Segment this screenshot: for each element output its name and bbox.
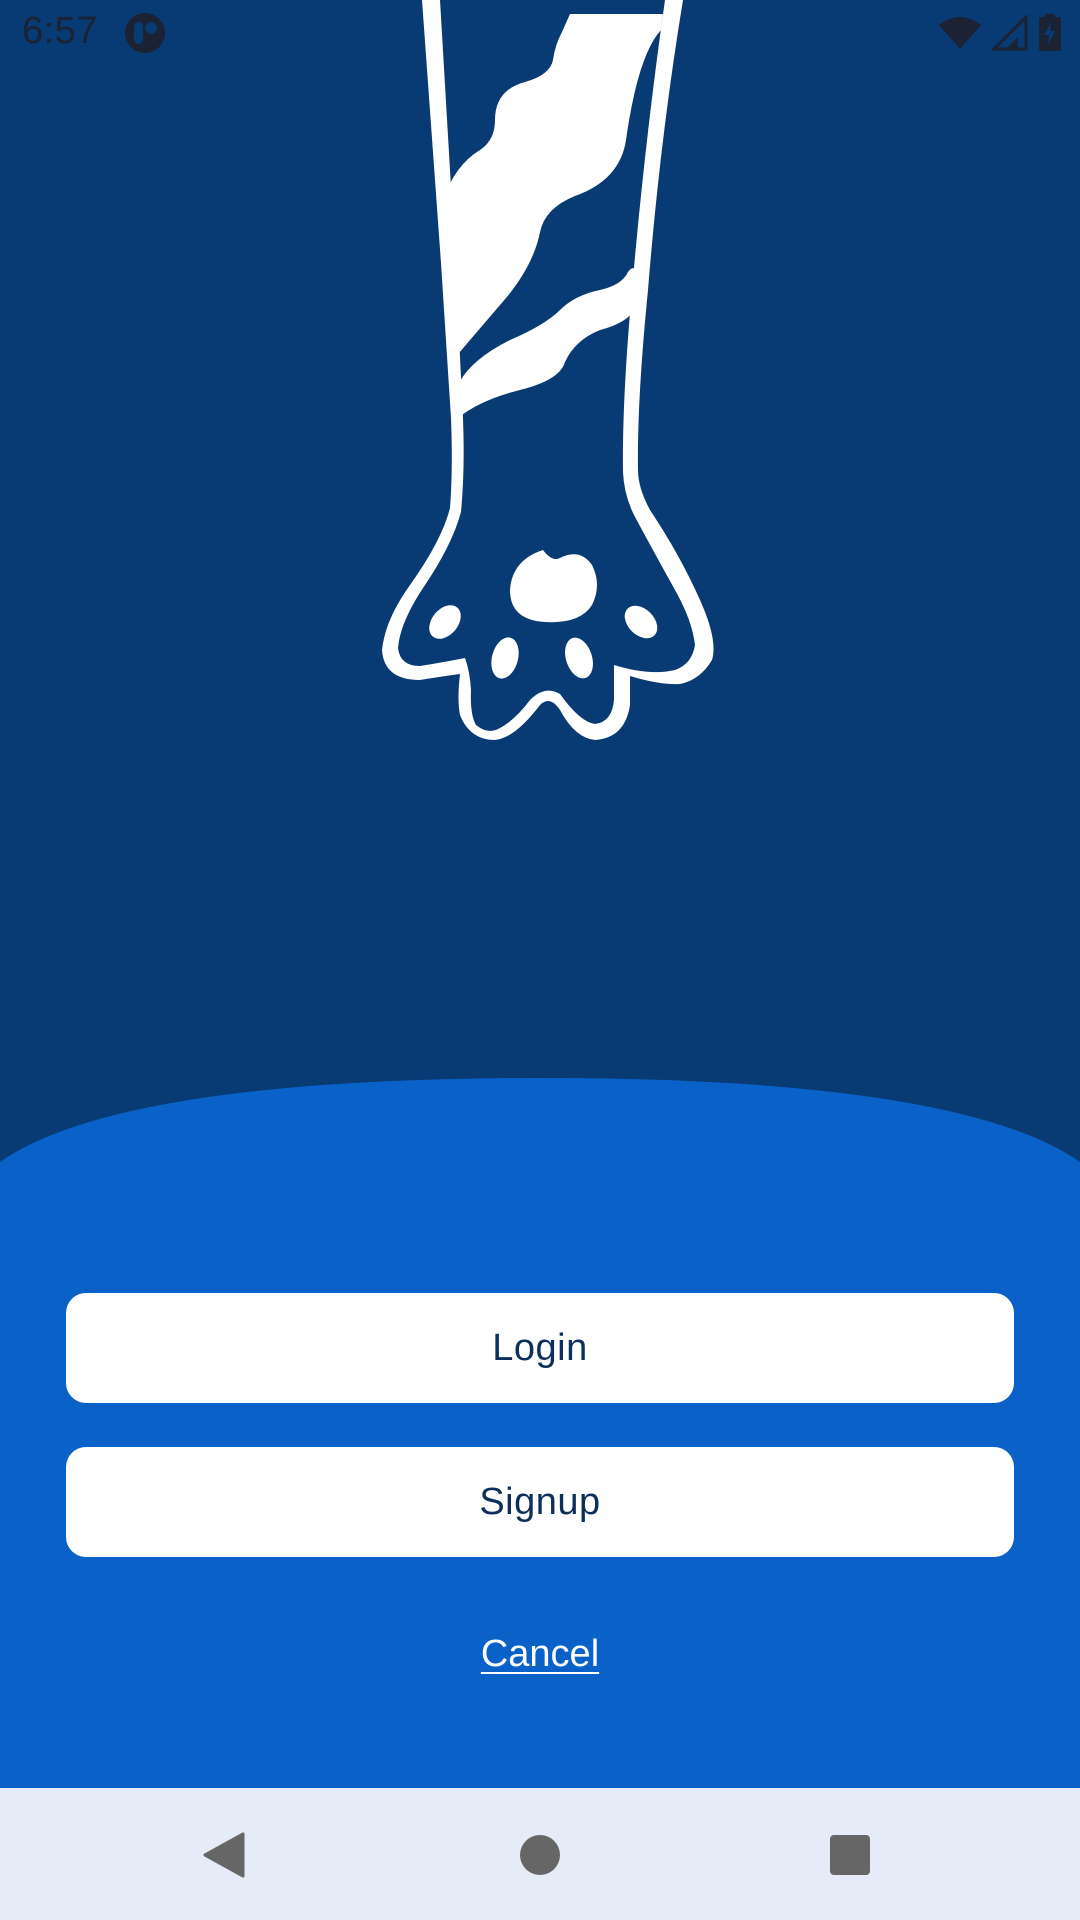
recents-button[interactable]	[815, 1820, 885, 1890]
status-bar: 6:57	[0, 0, 1080, 66]
cancel-link-row: Cancel	[0, 1633, 1080, 1676]
app-notification-icon	[125, 13, 165, 53]
home-icon	[520, 1835, 560, 1875]
sheet-background	[0, 1078, 1080, 1788]
home-button[interactable]	[505, 1820, 575, 1890]
cancel-link[interactable]: Cancel	[481, 1633, 599, 1675]
navigation-bar	[0, 1788, 1080, 1920]
hero-section	[0, 0, 1080, 1080]
status-icons	[938, 12, 1062, 54]
wifi-icon	[939, 17, 981, 49]
signup-button[interactable]: Signup	[66, 1447, 1014, 1557]
back-button[interactable]	[190, 1820, 260, 1890]
cat-paw-arm-illustration	[382, 0, 714, 740]
recents-icon	[830, 1835, 870, 1875]
cellular-signal-icon	[992, 15, 1028, 51]
login-button[interactable]: Login	[66, 1293, 1014, 1403]
action-sheet: Login Signup Cancel	[0, 1078, 1080, 1788]
status-time: 6:57	[22, 10, 98, 52]
back-icon	[203, 1832, 245, 1878]
battery-charging-icon	[1039, 14, 1061, 51]
